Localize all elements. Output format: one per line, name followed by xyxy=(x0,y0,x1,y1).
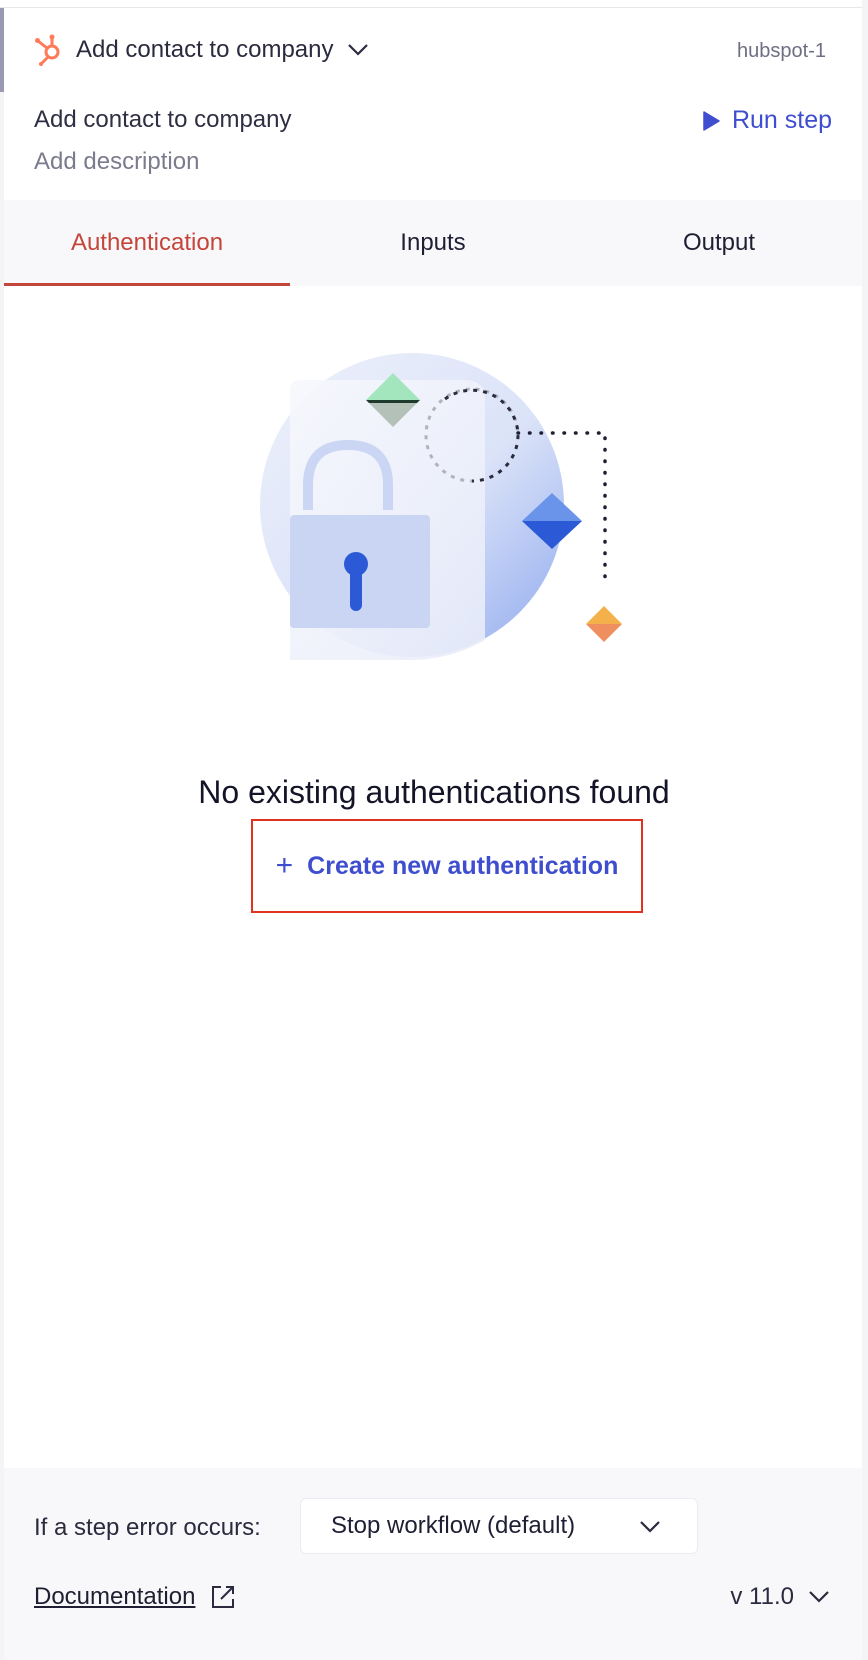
right-edge xyxy=(862,0,868,1660)
lock-illustration xyxy=(260,353,622,660)
tab-output[interactable]: Output xyxy=(576,200,862,286)
version-label: v 11.0 xyxy=(730,1583,794,1610)
top-divider xyxy=(0,0,868,8)
run-step-label: Run step xyxy=(731,106,832,134)
hubspot-icon xyxy=(35,34,60,66)
description-field[interactable]: Add description xyxy=(34,148,199,176)
green-diamond-band xyxy=(366,400,420,403)
chevron-down-icon xyxy=(348,44,369,56)
step-panel: Add contact to company hubspot-1 Add con… xyxy=(0,0,868,1660)
keyhole-stem xyxy=(350,567,362,611)
create-authentication-label: Create new authentication xyxy=(307,851,619,880)
empty-state-title: No existing authentications found xyxy=(198,774,670,810)
tab-authentication[interactable]: Authentication xyxy=(4,200,290,286)
documentation-label: Documentation xyxy=(34,1583,196,1610)
version-selector[interactable]: v 11.0 xyxy=(730,1583,830,1611)
step-footer: If a step error occurs: Stop workflow (d… xyxy=(4,1468,862,1660)
orange-diamond-bottom xyxy=(586,624,622,642)
documentation-link[interactable]: Documentation xyxy=(34,1583,237,1611)
error-handling-value: Stop workflow (default) xyxy=(331,1512,576,1539)
step-id-label: hubspot-1 xyxy=(737,40,826,62)
error-handling-select[interactable]: Stop workflow (default) xyxy=(300,1498,698,1554)
step-selector-title: Add contact to company xyxy=(76,36,334,63)
tab-bar: Authentication Inputs Output xyxy=(4,200,862,286)
chevron-down-icon xyxy=(809,1591,829,1603)
chevron-down-icon xyxy=(640,1521,660,1533)
left-border xyxy=(0,92,4,1660)
run-step-button[interactable]: Run step xyxy=(702,106,832,135)
external-link-icon xyxy=(212,1586,235,1608)
tab-inputs[interactable]: Inputs xyxy=(290,200,576,286)
step-selector-dropdown[interactable]: Add contact to company xyxy=(76,36,369,64)
step-header: Add contact to company hubspot-1 xyxy=(4,8,862,92)
step-name[interactable]: Add contact to company xyxy=(34,106,291,134)
play-icon xyxy=(703,110,720,131)
orange-diamond-top xyxy=(586,606,622,624)
error-handling-label: If a step error occurs: xyxy=(34,1514,261,1541)
create-authentication-button[interactable]: + Create new authentication xyxy=(251,819,643,913)
plus-icon: + xyxy=(275,849,294,882)
